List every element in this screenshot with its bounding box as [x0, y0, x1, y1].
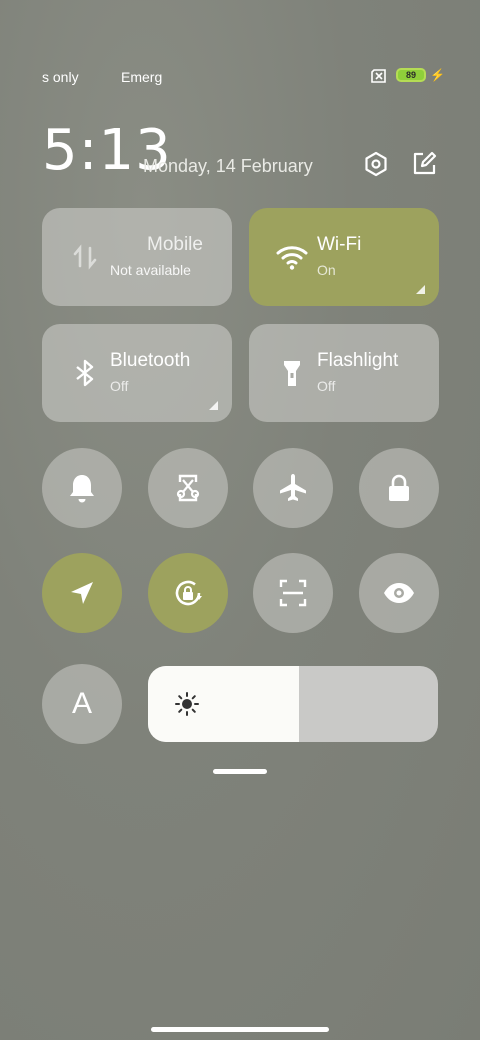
auto-brightness-label: A — [71, 687, 92, 720]
tile-wifi-subtitle: On — [317, 262, 336, 278]
tile-bluetooth-subtitle: Off — [110, 378, 129, 394]
edit-icon[interactable] — [410, 150, 438, 178]
bell-icon — [70, 475, 94, 503]
battery-indicator: 89 — [396, 68, 426, 82]
carrier-label-sim1: s only — [42, 69, 79, 85]
screenshot-icon — [176, 474, 200, 502]
date-label[interactable]: Monday, 14 February — [143, 156, 313, 177]
auto-brightness-toggle[interactable]: A — [42, 664, 122, 744]
location-icon — [71, 582, 93, 604]
scanner-icon — [279, 579, 307, 607]
sound-toggle[interactable] — [42, 448, 122, 528]
bluetooth-icon — [76, 359, 94, 387]
airplane-mode-toggle[interactable] — [253, 448, 333, 528]
tile-flashlight-subtitle: Off — [317, 378, 336, 394]
panel-drag-handle[interactable] — [213, 769, 267, 774]
brightness-slider-fill — [148, 666, 299, 742]
wifi-icon — [276, 246, 308, 270]
eye-icon — [384, 583, 414, 603]
charging-icon: ⚡ — [430, 68, 445, 82]
lock-icon — [389, 474, 409, 501]
tile-flashlight[interactable]: Flashlight Off — [249, 324, 439, 422]
airplane-icon — [280, 474, 306, 501]
flashlight-icon — [284, 361, 300, 386]
tile-bluetooth-title: Bluetooth — [110, 350, 191, 371]
brightness-slider[interactable] — [148, 666, 438, 742]
mobile-data-icon — [73, 244, 97, 270]
tile-flashlight-title: Flashlight — [317, 350, 399, 371]
screen-lock-toggle[interactable] — [359, 448, 439, 528]
home-indicator[interactable] — [151, 1027, 329, 1032]
expand-corner-icon[interactable] — [209, 401, 218, 410]
reading-mode-toggle[interactable] — [359, 553, 439, 633]
no-sim-icon — [371, 69, 386, 83]
tile-mobile-data[interactable]: Mobile Not available — [42, 208, 232, 306]
sun-icon — [175, 692, 199, 716]
tile-mobile-subtitle: Not available — [110, 262, 191, 278]
rotation-lock-icon — [175, 580, 202, 606]
carrier-label-sim2: Emerg — [121, 69, 163, 85]
tile-wifi-title: Wi-Fi — [317, 234, 362, 255]
scanner-toggle[interactable] — [253, 553, 333, 633]
rotation-lock-toggle[interactable] — [148, 553, 228, 633]
tile-wifi[interactable]: Wi-Fi On — [249, 208, 439, 306]
location-toggle[interactable] — [42, 553, 122, 633]
expand-corner-icon[interactable] — [416, 285, 425, 294]
settings-icon[interactable] — [362, 150, 390, 178]
status-bar: s only Emerg 89 ⚡ — [0, 66, 480, 88]
screenshot-toggle[interactable] — [148, 448, 228, 528]
tile-bluetooth[interactable]: Bluetooth Off — [42, 324, 232, 422]
tile-mobile-title: Mobile — [147, 234, 203, 255]
